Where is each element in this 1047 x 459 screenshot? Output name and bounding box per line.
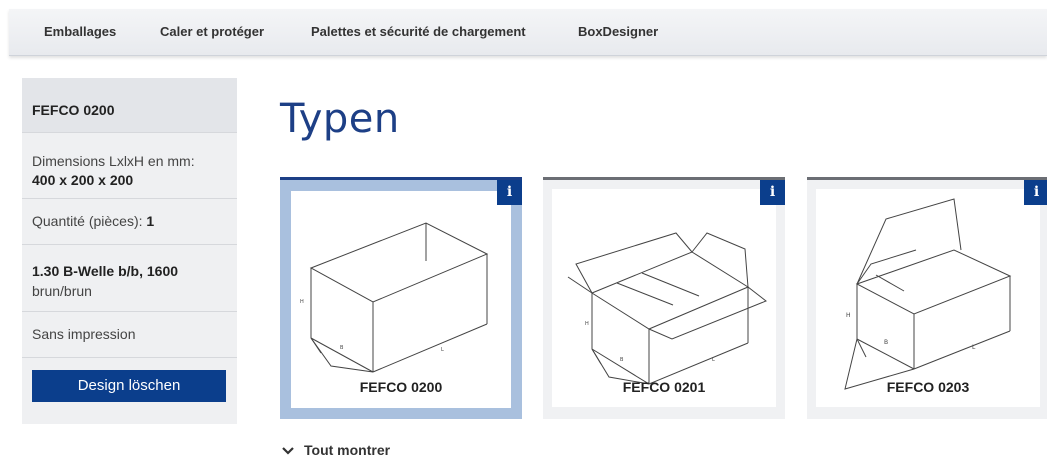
delete-design-button[interactable]: Design löschen [32, 370, 226, 402]
info-icon[interactable]: i [1024, 180, 1047, 205]
card-inner: H B L FEFCO 0201 [552, 189, 776, 407]
dimensions-label: Dimensions LxlxH en mm: [32, 153, 195, 169]
box-fefco-0201-illustration: H B L [567, 232, 767, 385]
card-inner: H B L FEFCO 0203 [816, 189, 1040, 407]
print-row: Sans impression [22, 312, 237, 358]
dimensions-value: 400 x 200 x 200 [32, 172, 134, 188]
design-title: FEFCO 0200 [22, 78, 237, 133]
show-all-toggle[interactable]: Tout montrer [282, 442, 390, 458]
box-type-card-fefco-0201[interactable]: H B L FEFCO 0201 i [543, 177, 785, 419]
svg-text:B: B [340, 345, 344, 351]
nav-item-emballages[interactable]: Emballages [44, 9, 116, 55]
material-row: 1.30 B-Welle b/b, 1600 brun/brun [22, 245, 237, 312]
svg-text:H: H [585, 321, 589, 327]
svg-text:H: H [300, 299, 304, 305]
page-title: Typen [280, 96, 400, 142]
svg-text:B: B [620, 357, 624, 363]
box-type-card-fefco-0203[interactable]: H B L FEFCO 0203 i [807, 177, 1047, 419]
material-grade: 1.30 B-Welle b/b, 1600 [32, 263, 179, 279]
box-fefco-0200-illustration: H B L [300, 222, 489, 373]
nav-item-palettes[interactable]: Palettes et sécurité de chargement [311, 9, 526, 55]
card-label: FEFCO 0201 [622, 379, 706, 395]
nav-item-caler-et-proteger[interactable]: Caler et protéger [160, 9, 264, 55]
quantity-row: Quantité (pièces): 1 [22, 199, 237, 245]
quantity-value: 1 [146, 213, 155, 229]
card-label: FEFCO 0203 [886, 379, 970, 395]
box-type-card-fefco-0200[interactable]: H B L FEFCO 0200 i [280, 177, 522, 419]
design-summary-panel: FEFCO 0200 Dimensions LxlxH en mm: 400 x… [22, 78, 237, 424]
nav-item-boxdesigner[interactable]: BoxDesigner [578, 9, 658, 55]
card-top-border [807, 177, 1047, 180]
quantity-label: Quantité (pièces): [32, 213, 143, 229]
info-icon[interactable]: i [497, 180, 522, 205]
svg-text:L: L [712, 357, 715, 363]
card-top-border [543, 177, 785, 180]
box-fefco-0203-illustration: H B L [844, 198, 1012, 390]
svg-text:H: H [846, 312, 851, 319]
svg-text:L: L [441, 347, 444, 353]
chevron-down-icon [282, 442, 294, 458]
dimensions-row: Dimensions LxlxH en mm: 400 x 200 x 200 [22, 133, 237, 199]
svg-text:B: B [884, 339, 888, 346]
show-all-label: Tout montrer [304, 442, 391, 458]
card-label: FEFCO 0200 [359, 379, 443, 395]
material-color: brun/brun [32, 283, 92, 299]
top-navigation: Emballages Caler et protéger Palettes et… [9, 9, 1047, 56]
card-top-border [280, 177, 522, 180]
info-icon[interactable]: i [760, 180, 785, 205]
card-inner: H B L FEFCO 0200 [291, 191, 511, 408]
